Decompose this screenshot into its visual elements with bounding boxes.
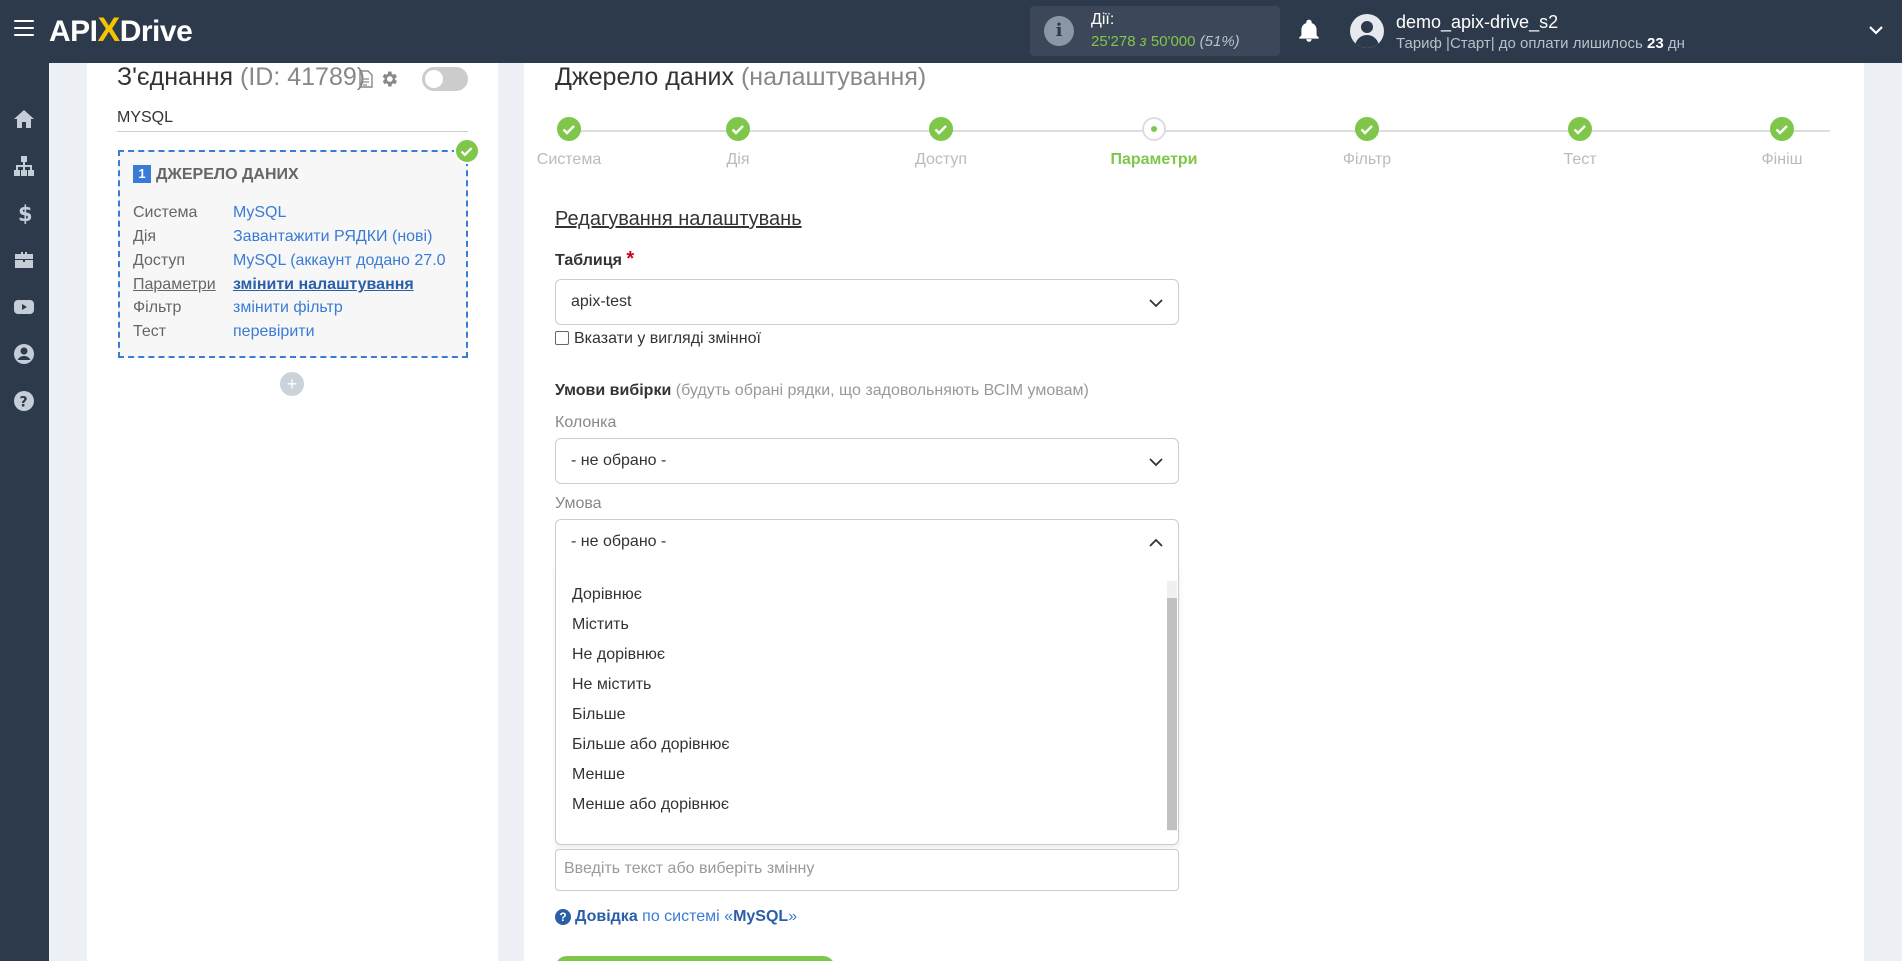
table-label: Таблиця *: [555, 248, 635, 270]
check-icon: [1360, 125, 1373, 135]
add-block-button[interactable]: +: [280, 372, 304, 396]
condition-options[interactable]: Дорівнює Містить Не дорівнює Не містить …: [555, 564, 1179, 845]
column-label: Колонка: [555, 414, 617, 431]
connection-toggle[interactable]: [422, 67, 468, 91]
actions-label: Дії:: [1091, 11, 1115, 28]
section-title: Редагування налаштувань: [555, 208, 802, 230]
gear-icon[interactable]: [379, 69, 399, 89]
actions-count: 25'278 з 50'000 (51%): [1091, 33, 1240, 50]
user-icon[interactable]: [12, 342, 36, 366]
option-less-or-equal[interactable]: Менше або дорівнює: [572, 796, 729, 814]
continue-button[interactable]: [555, 956, 835, 961]
youtube-icon[interactable]: [12, 295, 36, 319]
check-icon: [562, 125, 575, 135]
connection-name[interactable]: MYSQL: [117, 109, 468, 132]
connection-panel: З'єднання (ID: 41789) MYSQL 1 ДЖЕРЕЛО ДАН…: [87, 63, 498, 961]
step-access[interactable]: Доступ: [881, 117, 1001, 169]
tariff-info: Тариф |Старт| до оплати лишилось 23 дн: [1396, 35, 1685, 52]
variable-checkbox[interactable]: Вказати у вигляді змінної: [555, 330, 761, 348]
step-action[interactable]: Дія: [678, 117, 798, 169]
left-nav: $ ?: [0, 63, 49, 961]
chevron-up-icon: [1149, 538, 1163, 547]
sitemap-icon[interactable]: [12, 154, 36, 178]
value-text-field[interactable]: [564, 860, 1164, 878]
step-filter[interactable]: Фільтр: [1307, 117, 1427, 169]
option-not-equals[interactable]: Не дорівнює: [572, 646, 665, 664]
check-icon: [1775, 125, 1788, 135]
document-icon[interactable]: [359, 70, 373, 88]
column-select[interactable]: - не обрано -: [555, 438, 1179, 484]
actions-counter: i Дії: 25'278 з 50'000 (51%): [1030, 6, 1280, 56]
chevron-down-icon: [1149, 458, 1163, 467]
check-icon: [1573, 125, 1586, 135]
table-select[interactable]: apix-test: [555, 279, 1179, 325]
check-icon: [731, 125, 744, 135]
checkbox[interactable]: [555, 331, 569, 345]
value-input[interactable]: [555, 849, 1179, 891]
question-icon: ?: [555, 909, 571, 925]
scrollbar-thumb[interactable]: [1167, 598, 1177, 830]
step-system[interactable]: Система: [509, 117, 629, 169]
condition-select[interactable]: - не обрано -: [555, 519, 1179, 565]
option-greater-or-equal[interactable]: Більше або дорівнює: [572, 736, 730, 754]
option-equals[interactable]: Дорівнює: [572, 586, 642, 604]
info-icon: i: [1044, 16, 1074, 46]
help-icon[interactable]: ?: [12, 389, 36, 413]
chevron-down-icon: [1149, 299, 1163, 308]
avatar[interactable]: [1350, 14, 1384, 48]
option-less[interactable]: Менше: [572, 766, 625, 784]
menu-icon[interactable]: [14, 20, 34, 38]
option-contains[interactable]: Містить: [572, 616, 629, 634]
check-icon: [454, 138, 480, 164]
page-title: Джерело даних (налаштування): [555, 63, 927, 91]
settings-panel: Джерело даних (налаштування) Система Дія…: [524, 63, 1864, 961]
source-header: 1 ДЖЕРЕЛО ДАНИХ: [133, 165, 299, 184]
step-finish[interactable]: Фініш: [1722, 117, 1842, 169]
connection-title: З'єднання (ID: 41789): [117, 63, 366, 91]
help-link[interactable]: ? Довідка по системі «MySQL»: [555, 908, 797, 926]
source-card[interactable]: 1 ДЖЕРЕЛО ДАНИХ Система MySQL Дія Завантажи…: [118, 150, 468, 358]
top-bar: APIXDrive i Дії: 25'278 з 50'000 (51%) d…: [0, 0, 1902, 63]
username[interactable]: demo_apix-drive_s2: [1396, 12, 1558, 33]
briefcase-icon[interactable]: [12, 248, 36, 272]
svg-text:?: ?: [20, 395, 28, 411]
logo[interactable]: APIXDrive: [49, 11, 193, 50]
option-greater[interactable]: Більше: [572, 706, 625, 724]
bell-icon[interactable]: [1296, 18, 1322, 44]
step-params[interactable]: Параметри: [1094, 117, 1214, 169]
chevron-down-icon[interactable]: [1868, 22, 1884, 38]
dollar-icon[interactable]: $: [12, 201, 36, 225]
condition-label: Умова: [555, 495, 602, 512]
check-icon: [934, 125, 947, 135]
conditions-label: Умови вибірки (будуть обрані рядки, що з…: [555, 382, 1089, 399]
option-not-contains[interactable]: Не містить: [572, 676, 651, 694]
step-test[interactable]: Тест: [1520, 117, 1640, 169]
home-icon[interactable]: [12, 107, 36, 131]
svg-text:$: $: [18, 202, 33, 225]
